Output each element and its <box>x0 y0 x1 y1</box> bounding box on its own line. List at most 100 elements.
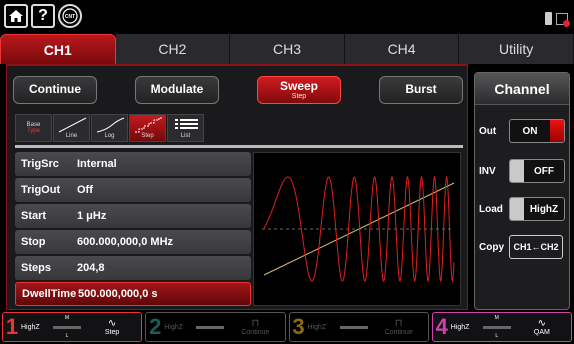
log-label: Log <box>104 133 115 139</box>
sweep-type-list[interactable]: List <box>167 114 204 142</box>
param-value: 204,8 <box>77 262 105 274</box>
param-key: TrigSrc <box>21 158 59 170</box>
tab-utility[interactable]: Utility <box>459 34 574 64</box>
sweep-type-line[interactable]: Line <box>53 114 90 142</box>
param-value: 1 μHz <box>77 210 107 222</box>
square-icon: ⊓ <box>394 318 403 329</box>
channel-panel: Channel Out ON INV OFF Load HighZ Copy C… <box>474 72 570 310</box>
out-label: Out <box>479 125 497 137</box>
channel-number: 1 <box>5 314 19 339</box>
param-value: 500.000,000,0 s <box>78 288 158 300</box>
step-label: Step <box>141 133 154 139</box>
load-value: HighZ <box>529 203 559 215</box>
channel-impedance: HighZ <box>307 323 327 331</box>
channel-panel-title: Channel <box>475 73 569 105</box>
lan-icon <box>556 12 570 27</box>
burst-button[interactable]: Burst <box>379 76 463 104</box>
inv-value: OFF <box>534 165 554 177</box>
channel-wave-label: Continue <box>384 329 413 336</box>
sweep-type-step[interactable]: Step <box>129 114 166 142</box>
level-indicator: ML <box>481 315 513 339</box>
load-row: Load HighZ <box>479 195 567 223</box>
mode-row: Continue Modulate Sweep Step Burst <box>13 76 463 106</box>
param-value: Off <box>77 184 93 196</box>
level-bar <box>196 325 225 329</box>
inv-row: INV OFF <box>479 157 567 185</box>
out-toggle-knob <box>550 120 564 142</box>
level-high: M <box>494 315 499 321</box>
level-indicator: ML <box>51 315 83 339</box>
channel-strip: 1 HighZ ML ∿ Step 2 HighZ ⊓ Continue 3 Hig… <box>0 312 574 344</box>
param-stop[interactable]: Stop 600.000,000,0 MHz <box>15 230 251 254</box>
list-label: List <box>180 133 191 139</box>
main-panel: Continue Modulate Sweep Step Burst Base … <box>6 64 468 310</box>
channel-wave-label: Step <box>104 329 120 336</box>
channel-2-status[interactable]: 2 HighZ ⊓ Continue <box>145 312 286 342</box>
svg-text:CNT: CNT <box>65 14 75 20</box>
channel-1-status[interactable]: 1 HighZ ML ∿ Step <box>2 312 143 342</box>
channel-wave: ∿ QAM <box>513 318 571 336</box>
load-toggle[interactable]: HighZ <box>509 197 565 221</box>
log-sweep-icon <box>96 117 125 133</box>
channel-wave: ∿ Step <box>83 318 141 336</box>
modulate-label: Modulate <box>150 82 204 97</box>
list-icon <box>175 119 198 129</box>
tab-ch3[interactable]: CH3 <box>230 34 345 64</box>
copy-label: Copy <box>479 241 504 253</box>
level-bar <box>53 325 81 329</box>
copy-button[interactable]: CH1←CH2 <box>509 235 563 259</box>
modulate-button[interactable]: Modulate <box>135 76 219 104</box>
type-label: Type <box>26 128 40 134</box>
sine-icon: ∿ <box>537 318 547 329</box>
linear-sweep-icon <box>58 117 87 133</box>
home-button[interactable] <box>4 4 28 28</box>
param-key: Steps <box>21 262 51 274</box>
sine-icon: ∿ <box>107 318 117 329</box>
inv-toggle[interactable]: OFF <box>509 159 565 183</box>
sweep-label: Sweep <box>279 78 318 93</box>
tab-ch2[interactable]: CH2 <box>115 34 231 64</box>
continue-button[interactable]: Continue <box>13 76 97 104</box>
param-key: TrigOut <box>21 184 61 196</box>
param-dwelltime[interactable]: DwellTime 500.000,000,0 s <box>15 282 251 306</box>
square-icon: ⊓ <box>251 318 260 329</box>
channel-3-status[interactable]: 3 HighZ ⊓ Continue <box>288 312 429 342</box>
param-key: Stop <box>21 236 46 248</box>
channel-tabs: CH1 CH2 CH3 CH4 Utility <box>0 34 574 64</box>
tab-ch4[interactable]: CH4 <box>344 34 460 64</box>
help-icon: ? <box>38 7 48 24</box>
tab-ch1[interactable]: CH1 <box>0 34 116 64</box>
channel-number: 3 <box>292 314 305 339</box>
burst-label: Burst <box>405 82 437 97</box>
channel-impedance: HighZ <box>21 323 40 331</box>
channel-impedance: HighZ <box>164 323 183 331</box>
channel-number: 2 <box>149 314 162 339</box>
channel-impedance: HighZ <box>450 323 470 331</box>
param-start[interactable]: Start 1 μHz <box>15 204 251 228</box>
sweep-button[interactable]: Sweep Step <box>257 76 341 104</box>
out-toggle[interactable]: ON <box>509 119 565 143</box>
line-label: Line <box>65 133 78 139</box>
channel-wave: ⊓ Continue <box>226 318 284 336</box>
inv-label: INV <box>479 165 496 177</box>
cnt-button[interactable]: CNT <box>58 4 82 28</box>
channel-4-status[interactable]: 4 HighZ ML ∿ QAM <box>431 312 572 342</box>
param-trigout[interactable]: TrigOut Off <box>15 178 251 202</box>
continue-label: Continue <box>29 82 81 97</box>
channel-wave-label: QAM <box>533 329 550 336</box>
base-type-button[interactable]: Base Type <box>15 114 52 142</box>
help-button[interactable]: ? <box>31 4 55 28</box>
sweep-type-log[interactable]: Log <box>91 114 128 142</box>
param-trigsrc[interactable]: TrigSrc Internal <box>15 152 251 176</box>
param-key: DwellTime <box>22 288 77 300</box>
cnt-icon: CNT <box>62 8 78 24</box>
inv-toggle-knob <box>510 160 524 182</box>
usb-icon <box>545 12 552 25</box>
out-value: ON <box>522 125 538 137</box>
out-row: Out ON <box>479 117 567 145</box>
param-list: TrigSrc Internal TrigOut Off Start 1 μHz St… <box>15 152 251 308</box>
channel-wave-label: Continue <box>241 329 270 336</box>
param-steps[interactable]: Steps 204,8 <box>15 256 251 280</box>
level-indicator <box>194 315 226 339</box>
sweep-sublabel: Step <box>291 92 307 100</box>
